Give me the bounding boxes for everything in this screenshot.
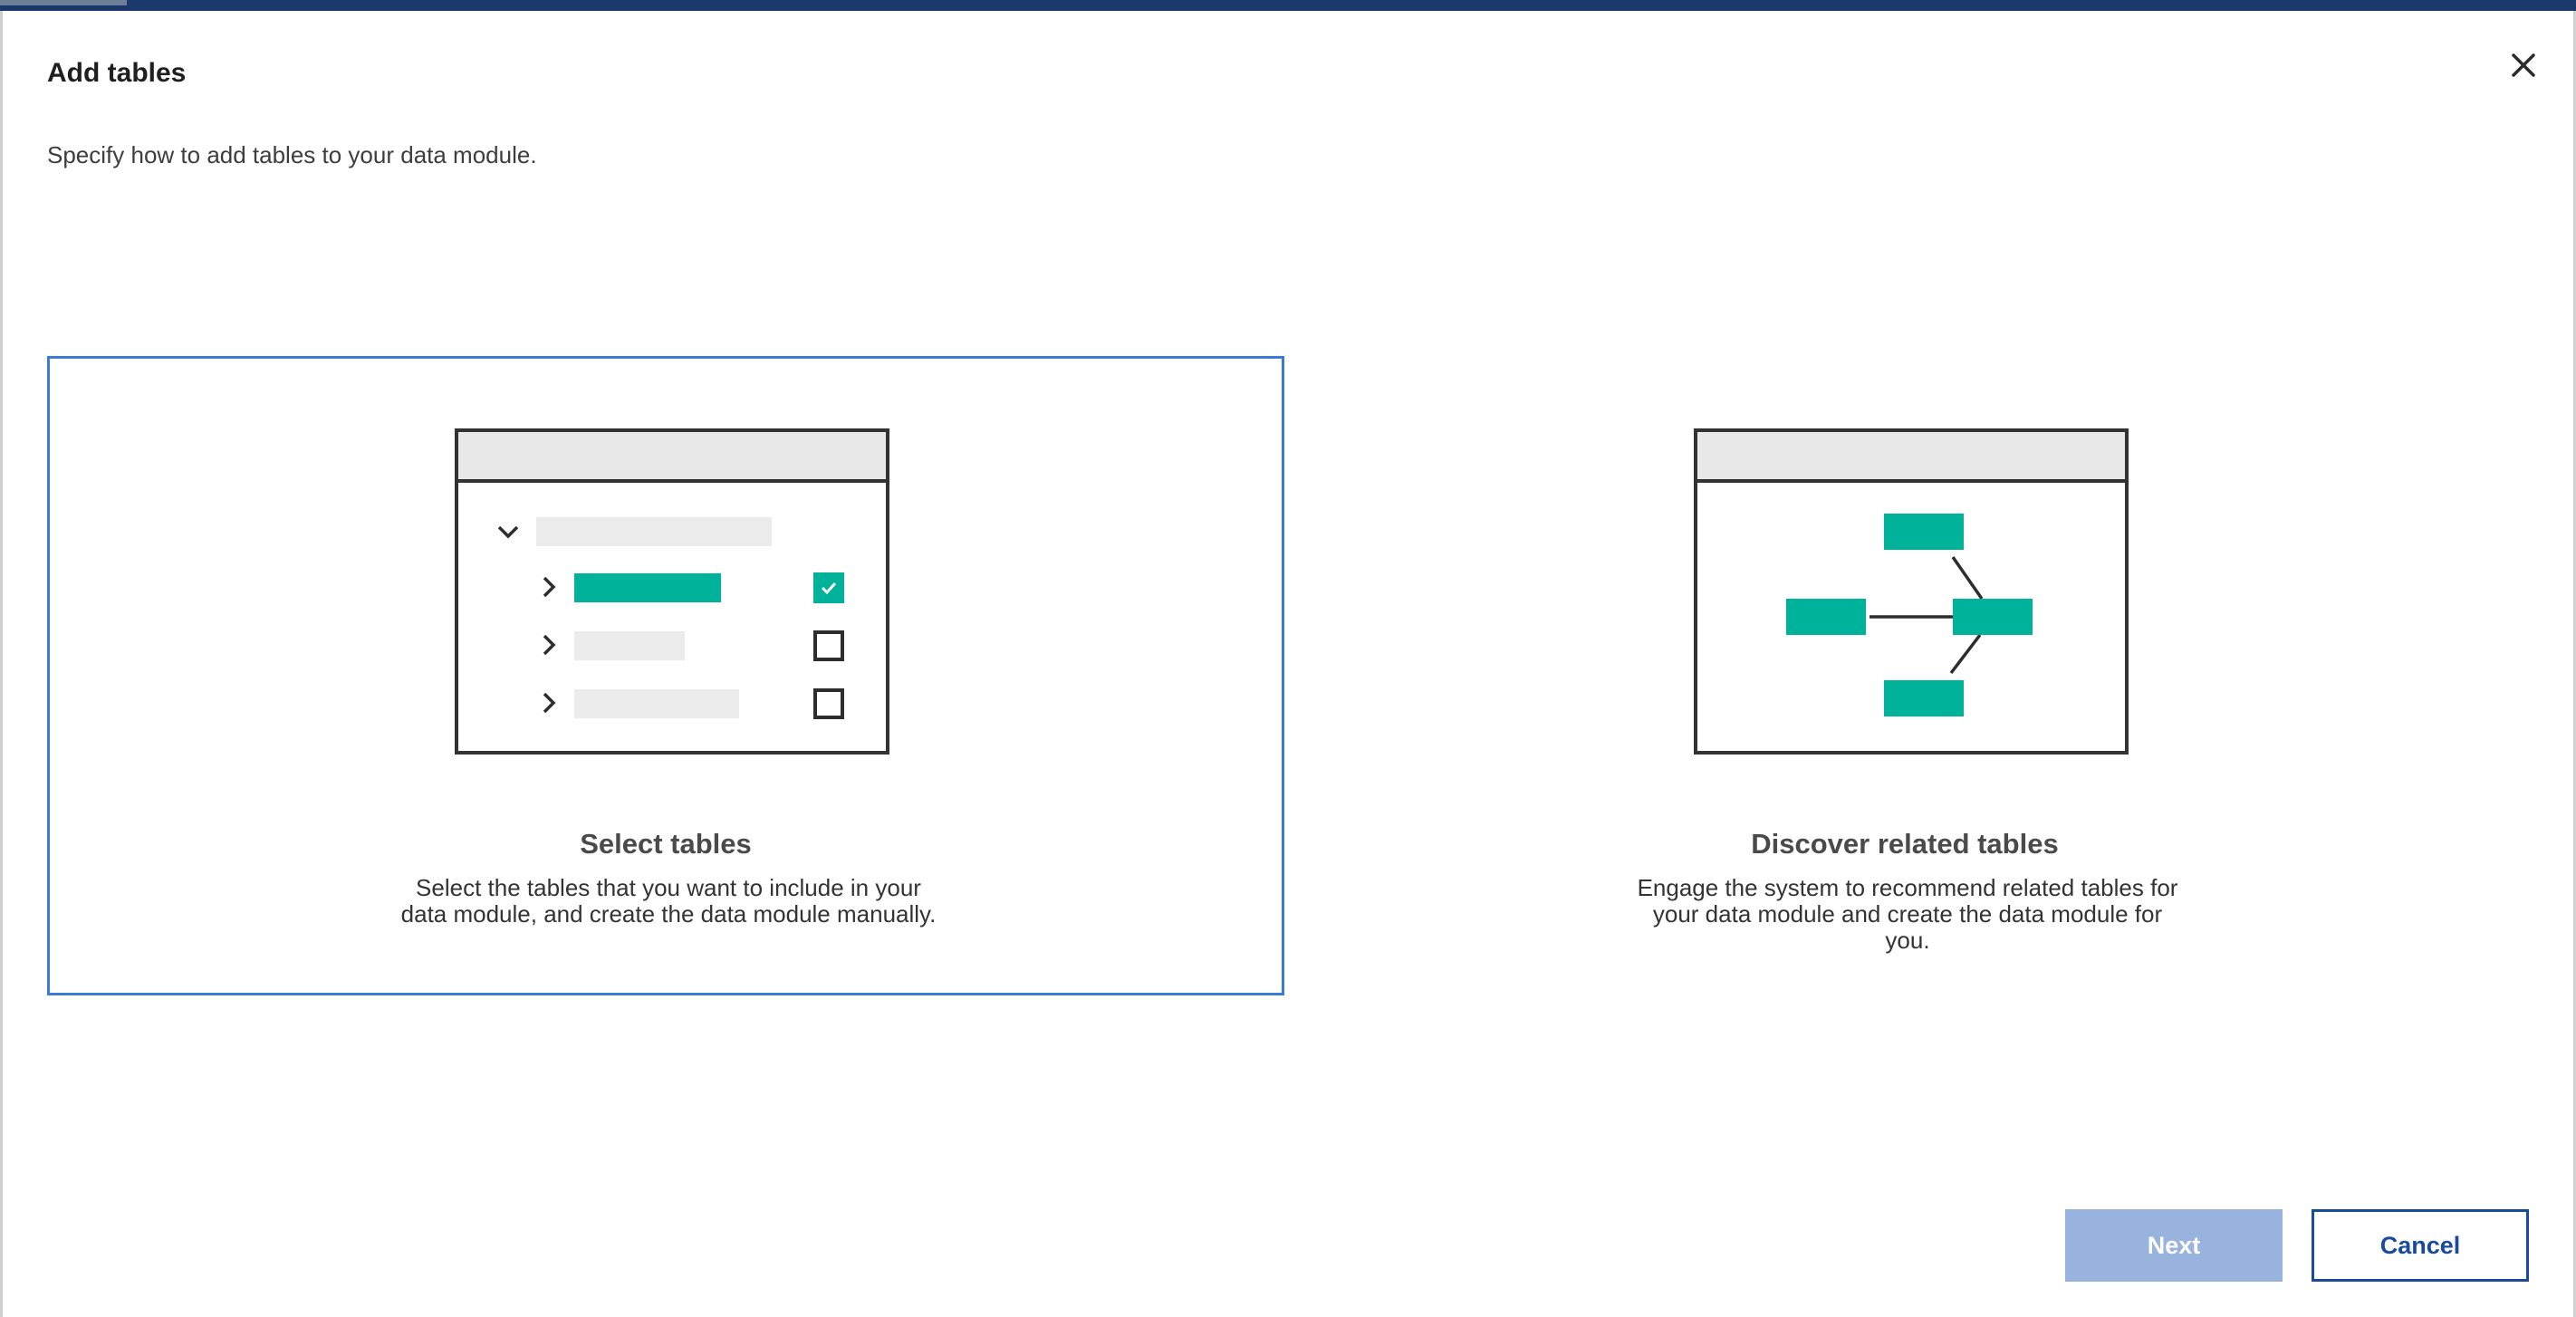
chevron-right-icon	[543, 692, 556, 714]
tree-item-placeholder	[574, 689, 739, 718]
tree-item-selected	[574, 573, 721, 602]
app-top-bar	[0, 0, 2576, 11]
graph-node-center	[1953, 599, 2033, 635]
chevron-down-icon	[497, 525, 519, 539]
graph-node-left	[1786, 599, 1866, 635]
checkbox-unchecked-icon	[813, 688, 844, 719]
chevron-right-icon	[543, 576, 556, 598]
close-button[interactable]	[2504, 45, 2543, 85]
cancel-button[interactable]: Cancel	[2312, 1209, 2529, 1282]
checkbox-checked-icon	[813, 572, 844, 603]
close-icon	[2512, 53, 2535, 77]
illustration-header	[458, 432, 886, 483]
dialog-title: Add tables	[47, 58, 187, 88]
option-title: Discover related tables	[1751, 828, 2059, 860]
option-discover-related-tables[interactable]: Discover related tables Engage the syste…	[1286, 356, 2523, 995]
chevron-right-icon	[543, 634, 556, 656]
option-description: Engage the system to recommend related t…	[1637, 874, 2178, 954]
next-button[interactable]: Next	[2065, 1209, 2283, 1282]
relationship-graph-illustration	[1694, 428, 2129, 755]
app-tab-indicator	[0, 0, 127, 5]
dialog-left-edge	[0, 11, 3, 1317]
dialog-subtitle: Specify how to add tables to your data m…	[47, 141, 537, 168]
option-description: Select the tables that you want to inclu…	[400, 874, 937, 928]
option-title: Select tables	[580, 828, 752, 860]
tree-item-placeholder	[574, 631, 685, 660]
option-select-tables[interactable]: Select tables Select the tables that you…	[47, 356, 1284, 995]
checkbox-unchecked-icon	[813, 630, 844, 661]
tree-root-placeholder	[536, 517, 772, 546]
graph-node-top	[1884, 514, 1964, 550]
tree-checklist-illustration	[455, 428, 889, 755]
graph-node-bottom	[1884, 680, 1964, 716]
